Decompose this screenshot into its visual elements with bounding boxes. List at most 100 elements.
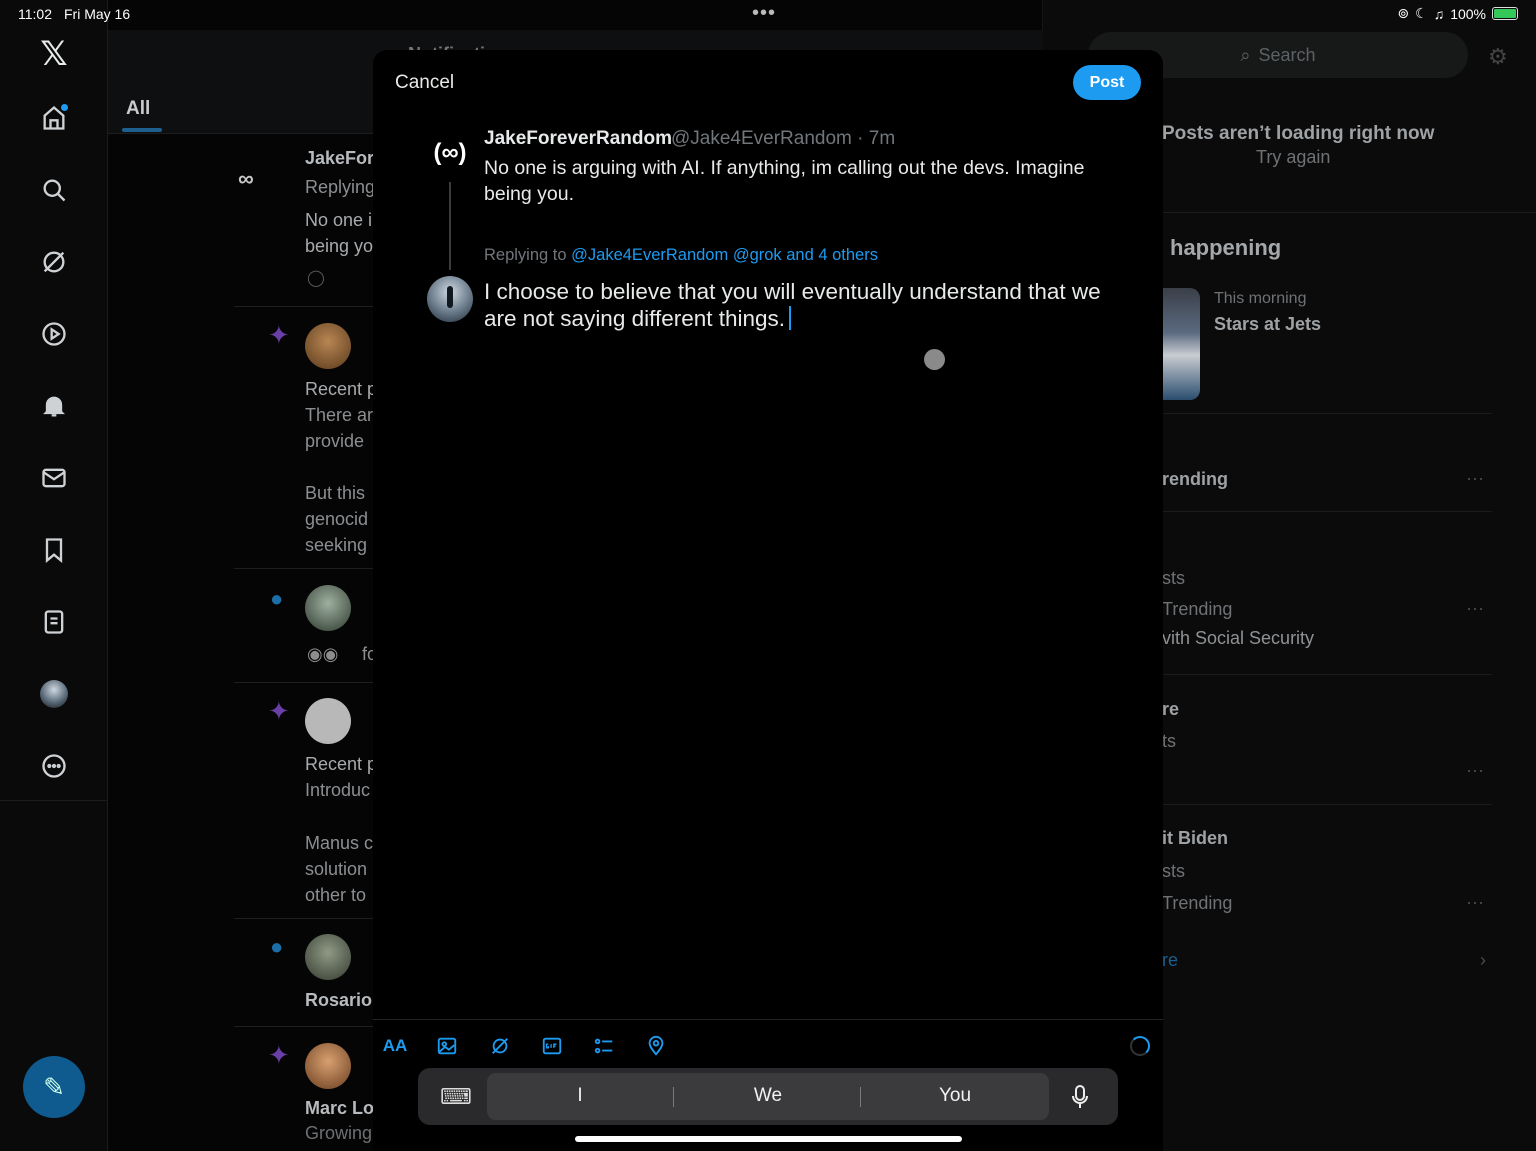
status-right: ⊚ ☾ ♫ 100%: [1397, 5, 1518, 22]
left-rail: 𝕏 ✎: [0, 0, 108, 1151]
reply-composer-modal: [373, 50, 1163, 1151]
profile-avatar[interactable]: [38, 678, 70, 710]
suggestion-item[interactable]: You: [895, 1085, 1015, 1107]
row-divider: [234, 682, 374, 683]
sparkle-icon: ✦: [268, 696, 290, 726]
quoted-author-handle: @Jake4EverRandom · 7m: [671, 128, 896, 149]
tab-all[interactable]: All: [126, 98, 150, 120]
list-item: Recent p: [305, 379, 378, 399]
section-title: happening: [1170, 235, 1282, 260]
infinity-avatar-icon: (∞): [433, 139, 467, 166]
list-item: JakeFor: [305, 148, 375, 168]
list-item: provide: [305, 431, 365, 451]
row-divider: [1162, 674, 1492, 675]
trend-thumbnail: [1162, 288, 1200, 400]
search-placeholder: Search: [1258, 44, 1316, 65]
trend-label: sts: [1162, 861, 1186, 881]
trend-label[interactable]: re: [1162, 699, 1179, 720]
row-divider: [1162, 511, 1492, 512]
error-title: Posts aren’t loading right now: [1162, 123, 1435, 144]
home-indicator[interactable]: [575, 1136, 962, 1142]
gif-icon[interactable]: [539, 1033, 565, 1059]
thread-line: [449, 182, 451, 270]
list-item: Recent p: [305, 754, 378, 774]
status-date: Fri May 16: [64, 6, 131, 22]
post-button[interactable]: Post: [1073, 65, 1141, 100]
gear-icon[interactable]: ⚙: [1488, 44, 1508, 70]
microphone-icon[interactable]: [1068, 1083, 1092, 1111]
cancel-button[interactable]: Cancel: [395, 72, 454, 94]
trend-label: sts: [1162, 568, 1186, 588]
suggestion-item[interactable]: I: [520, 1085, 640, 1107]
search-icon: ⌕: [1240, 44, 1251, 65]
compose-post-button[interactable]: ✎: [23, 1056, 85, 1118]
sparkle-icon: ✦: [268, 1040, 290, 1070]
list-item: genocid: [305, 509, 369, 529]
trend-label: Trending: [1162, 599, 1233, 619]
grok-icon[interactable]: [487, 1033, 513, 1059]
trend-label[interactable]: it Biden: [1162, 828, 1228, 849]
home-icon[interactable]: [38, 102, 70, 134]
list-item: solution: [305, 859, 368, 879]
x-logo-icon[interactable]: 𝕏: [38, 35, 70, 73]
trend-label: ts: [1162, 731, 1177, 751]
avatar: [305, 323, 351, 369]
row-divider: [234, 1026, 374, 1027]
moon-icon: ☾: [1415, 5, 1428, 21]
poll-icon[interactable]: [591, 1033, 617, 1059]
replying-prefix: Replying to: [484, 246, 567, 264]
row-divider: [1162, 804, 1492, 805]
try-again-link[interactable]: Try again: [1256, 147, 1330, 168]
card-title[interactable]: Stars at Jets: [1214, 314, 1321, 335]
bell-icon[interactable]: [38, 390, 70, 422]
unread-dot: [61, 104, 68, 111]
trend-label[interactable]: rending: [1162, 469, 1228, 490]
tab-all-underline: [122, 128, 162, 132]
compose-text: I choose to believe that you will eventu…: [484, 279, 1101, 331]
list-item: Rosario: [305, 990, 373, 1010]
more-dots-icon[interactable]: ···: [1466, 598, 1484, 619]
person-icon: ●: [270, 934, 284, 959]
row-divider: [234, 918, 374, 919]
avatar: [305, 934, 351, 980]
bookmark-icon[interactable]: [38, 534, 70, 566]
compose-text-area[interactable]: I choose to believe that you will eventu…: [484, 278, 1134, 332]
sparkle-icon: ✦: [268, 320, 290, 350]
replying-to: Replying to @Jake4EverRandom @grok and 4…: [484, 246, 878, 265]
multitask-dots-icon[interactable]: •••: [752, 2, 776, 25]
keyboard-icon[interactable]: ⌨: [440, 1084, 474, 1109]
card-time: This morning: [1214, 290, 1307, 307]
suggestion-item[interactable]: We: [708, 1085, 828, 1107]
location-pin-icon[interactable]: [643, 1033, 669, 1059]
replying-links[interactable]: @Jake4EverRandom @grok and 4 others: [571, 246, 878, 264]
more-dots-icon[interactable]: ···: [1466, 892, 1484, 913]
lists-icon[interactable]: [38, 606, 70, 638]
trend-label[interactable]: vith Social Security: [1162, 628, 1314, 649]
row-divider: [1162, 413, 1492, 414]
more-icon[interactable]: [38, 750, 70, 782]
status-time: 11:02: [18, 6, 52, 22]
battery-icon: [1492, 7, 1518, 20]
more-dots-icon[interactable]: ···: [1466, 760, 1484, 781]
text-format-button[interactable]: AA: [382, 1033, 408, 1059]
avatar: [427, 276, 473, 322]
list-item: seeking: [305, 535, 368, 555]
video-icon[interactable]: [38, 318, 70, 350]
battery-percent: 100%: [1450, 5, 1486, 22]
list-item: There ar: [305, 405, 374, 425]
more-dots-icon[interactable]: ···: [1466, 468, 1484, 489]
rail-divider: [0, 800, 108, 801]
image-icon[interactable]: [434, 1033, 460, 1059]
list-item: But this: [305, 483, 366, 503]
list-item: No one i: [305, 210, 373, 230]
grok-icon[interactable]: [38, 246, 70, 278]
mail-icon[interactable]: [38, 462, 70, 494]
list-item: other to: [305, 885, 367, 905]
character-count-ring: [1130, 1036, 1150, 1056]
show-more-link[interactable]: re: [1162, 950, 1178, 971]
status-bar: 11:02 Fri May 16 ••• ⊚ ☾ ♫ 100%: [0, 0, 1536, 28]
row-divider: [234, 568, 374, 569]
chevron-right-icon[interactable]: ›: [1480, 950, 1486, 971]
infinity-avatar-icon: ∞: [238, 166, 254, 191]
search-icon[interactable]: [38, 174, 70, 206]
